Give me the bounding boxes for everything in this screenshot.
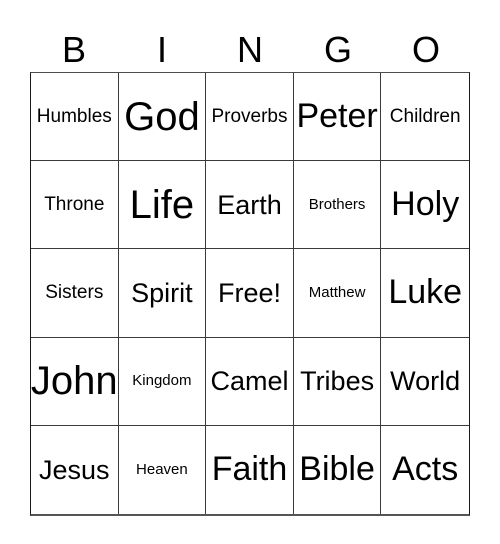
bingo-cell[interactable]: Holy	[381, 161, 469, 250]
bingo-cell[interactable]: Tribes	[293, 337, 382, 426]
bingo-cell[interactable]: Proverbs	[206, 73, 294, 162]
bingo-cell[interactable]: Bible	[293, 425, 382, 514]
bingo-cell-label: John	[31, 359, 118, 404]
bingo-cell[interactable]: Brothers	[293, 161, 382, 250]
bingo-cell[interactable]: Kingdom	[118, 337, 207, 426]
bingo-cell-label: Luke	[388, 273, 463, 312]
bingo-cell[interactable]: Luke	[381, 249, 469, 338]
bingo-cell-free-space[interactable]: Free!	[206, 249, 294, 338]
bingo-cell[interactable]: Throne	[31, 161, 119, 250]
bingo-header-letter-b: B	[61, 29, 86, 70]
bingo-cell-label: Bible	[299, 450, 375, 489]
bingo-cell[interactable]: Acts	[381, 425, 469, 514]
bingo-cell-label: Holy	[391, 184, 460, 223]
bingo-header: B I N G O	[30, 18, 470, 70]
bingo-cell-label: Peter	[296, 96, 378, 135]
bingo-cell[interactable]: Heaven	[118, 425, 207, 514]
bingo-cell[interactable]: World	[381, 337, 469, 426]
bingo-cell[interactable]: Faith	[206, 425, 294, 514]
bingo-cell-label: Matthew	[308, 284, 366, 302]
bingo-cell-label: Throne	[44, 193, 105, 215]
bingo-cell[interactable]: Humbles	[31, 73, 119, 162]
bingo-cell-label: Tribes	[300, 366, 375, 397]
bingo-cell-label: Sisters	[45, 282, 104, 304]
bingo-cell-label: Faith	[211, 450, 288, 489]
bingo-cell-label: Brothers	[308, 195, 366, 213]
bingo-cell-label: World	[390, 366, 461, 397]
bingo-cell-label: Camel	[210, 366, 289, 397]
bingo-cell-label: Children	[389, 105, 461, 127]
bingo-cell-label: Free!	[217, 277, 281, 308]
bingo-cell-label: Jesus	[39, 454, 110, 485]
bingo-cell-label: Spirit	[131, 277, 193, 308]
bingo-cell[interactable]: Earth	[206, 161, 294, 250]
bingo-cell-label: Humbles	[36, 105, 112, 127]
bingo-cell[interactable]: Spirit	[118, 249, 207, 338]
bingo-cell-label: God	[124, 94, 200, 139]
bingo-cell-label: Heaven	[136, 461, 188, 479]
bingo-cell-label: Acts	[392, 450, 459, 489]
bingo-cell[interactable]: Camel	[206, 337, 294, 426]
bingo-header-letter-i: I	[156, 29, 167, 70]
bingo-header-letter-o: O	[411, 29, 440, 70]
bingo-cell-label: Proverbs	[211, 105, 288, 127]
bingo-cell-label: Earth	[217, 189, 282, 220]
bingo-header-letter-g: G	[323, 29, 352, 70]
bingo-cell[interactable]: God	[118, 73, 207, 162]
bingo-grid: Humbles God Proverbs Peter Children Thro…	[30, 72, 470, 516]
bingo-header-letter-n: N	[237, 29, 263, 70]
bingo-cell[interactable]: Sisters	[31, 249, 119, 338]
bingo-cell[interactable]: Matthew	[293, 249, 382, 338]
bingo-card: B I N G O Humbles God Proverbs Peter Chi…	[0, 0, 500, 544]
bingo-cell-label: Life	[129, 182, 195, 227]
bingo-cell[interactable]: Children	[381, 73, 469, 162]
bingo-cell[interactable]: Jesus	[31, 425, 119, 514]
bingo-cell[interactable]: Peter	[293, 73, 382, 162]
bingo-cell[interactable]: Life	[118, 161, 207, 250]
bingo-cell-label: Kingdom	[132, 372, 192, 390]
bingo-cell[interactable]: John	[31, 337, 119, 426]
